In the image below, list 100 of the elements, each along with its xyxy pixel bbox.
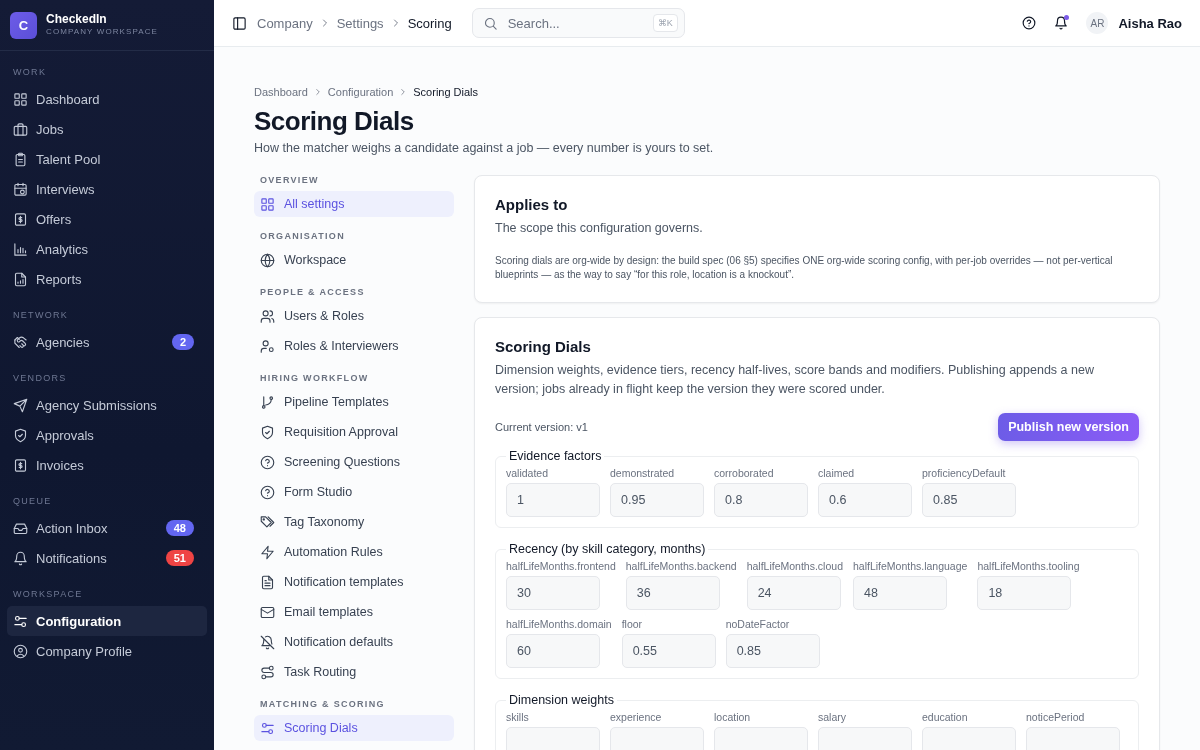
settings-nav-item[interactable]: Screening Questions: [254, 449, 454, 475]
chart-document-icon: [13, 271, 28, 287]
sidebar-item[interactable]: Analytics: [0, 234, 207, 264]
settings-nav-item[interactable]: Requisition Approval: [254, 419, 454, 445]
field-label: halfLifeMonths.tooling: [977, 560, 1080, 572]
sidebar-item[interactable]: Talent Pool: [0, 144, 207, 174]
sidebar-item[interactable]: Agencies 2: [0, 327, 207, 357]
tags-icon: [260, 514, 275, 530]
sidebar-item[interactable]: Action Inbox 48: [0, 513, 207, 543]
sidebar-item[interactable]: Dashboard: [0, 84, 207, 114]
breadcrumb-link[interactable]: Settings: [336, 15, 384, 31]
field-label: halfLifeMonths.language: [852, 560, 968, 572]
field-label: validated: [506, 467, 550, 479]
sidebar-item[interactable]: Interviews: [0, 174, 207, 204]
sidebar-item[interactable]: Jobs: [0, 114, 207, 144]
number-field[interactable]: 1: [506, 483, 600, 517]
sidebar-toggle-icon: [232, 15, 247, 31]
question-circle-icon: [260, 454, 275, 470]
question-circle-icon: [1022, 16, 1037, 30]
bell-off-icon: [260, 634, 275, 650]
dollar-document-icon: [13, 211, 28, 227]
sidebar-item[interactable]: Invoices: [0, 450, 207, 480]
section-heading: WORK: [12, 67, 48, 77]
user-circle-icon: [13, 643, 28, 659]
settings-nav-item[interactable]: Task Routing: [254, 659, 454, 685]
globe-icon: [260, 252, 275, 268]
card-title: Applies to: [495, 196, 569, 213]
field-label: corroborated: [714, 467, 775, 479]
user-avatar[interactable]: AR: [1086, 12, 1109, 34]
breadcrumb-link[interactable]: Scoring Dials: [413, 86, 479, 98]
bell-icon: [1054, 16, 1069, 30]
number-field[interactable]: 0.85: [725, 634, 820, 668]
field-label: skills: [506, 711, 530, 723]
sidebar-item[interactable]: Offers: [0, 204, 207, 234]
number-field[interactable]: 30: [506, 576, 600, 610]
group-title: Evidence factors: [508, 449, 603, 463]
mail-icon: [260, 604, 275, 620]
section-heading: WORKSPACE: [12, 589, 84, 599]
settings-nav-item[interactable]: Users & Roles: [254, 303, 454, 329]
nav-section-heading: MATCHING & SCORING: [259, 699, 386, 709]
field-label: salary: [818, 711, 847, 723]
settings-nav-item[interactable]: Automation Rules: [254, 539, 454, 565]
breadcrumb-link[interactable]: Scoring: [407, 15, 452, 31]
calendar-clock-icon: [13, 181, 28, 197]
sidebar-item[interactable]: Agency Submissions: [0, 390, 207, 420]
settings-nav-item[interactable]: Workspace: [254, 247, 454, 273]
shield-check-icon: [13, 427, 28, 443]
settings-nav-item[interactable]: Tag Taxonomy: [254, 509, 454, 535]
settings-nav-item[interactable]: Roles & Interviewers: [254, 333, 454, 359]
notifications-button[interactable]: [1054, 16, 1069, 30]
field-label: halfLifeMonths.cloud: [746, 560, 843, 572]
field-label: location: [714, 711, 752, 723]
number-field[interactable]: 18: [977, 576, 1072, 610]
settings-nav-item[interactable]: Notification defaults: [254, 629, 454, 655]
settings-nav-item[interactable]: Form Studio: [254, 479, 454, 505]
lightning-icon: [260, 544, 275, 560]
sliders-icon: [13, 613, 28, 629]
nav-section-heading: OVERVIEW: [259, 175, 320, 185]
sliders-icon: [260, 720, 275, 736]
card-subtitle: Dimension weights, evidence tiers, recency half-lives, score bands and modifiers. Publishing appends a new version; jobs already in flight keep the version they were scored under.: [495, 362, 1095, 398]
field-label: floor: [621, 618, 644, 630]
number-field[interactable]: 36: [625, 576, 720, 610]
inbox-icon: [13, 520, 28, 536]
number-field[interactable]: 0.95: [610, 483, 704, 517]
nav-section-heading: PEOPLE & ACCESS: [259, 287, 366, 297]
field-label: noDateFactor: [725, 618, 791, 630]
search-field[interactable]: Search...: [505, 14, 645, 32]
breadcrumb-link[interactable]: Configuration: [327, 86, 394, 98]
number-field[interactable]: 0.55: [621, 634, 716, 668]
settings-nav-item[interactable]: Email templates: [254, 599, 454, 625]
number-field[interactable]: 48: [852, 576, 947, 610]
breadcrumb-link[interactable]: Company: [257, 15, 313, 31]
user-settings-icon: [260, 338, 275, 354]
settings-nav-item[interactable]: Pipeline Templates: [254, 389, 454, 415]
sidebar-item[interactable]: Configuration: [7, 606, 207, 636]
settings-nav-item[interactable]: All settings: [254, 191, 454, 217]
number-field[interactable]: 0.8: [714, 483, 808, 517]
group-title: Dimension weights: [508, 693, 615, 707]
sidebar-toggle-button[interactable]: [232, 15, 247, 31]
breadcrumb-link[interactable]: Dashboard: [254, 86, 308, 98]
workspace-label: COMPANY WORKSPACE: [46, 25, 159, 38]
sidebar-item[interactable]: Approvals: [0, 420, 207, 450]
number-field[interactable]: 24: [746, 576, 841, 610]
publish-button[interactable]: Publish new version: [998, 413, 1139, 441]
settings-nav-item[interactable]: Notification templates: [254, 569, 454, 595]
number-field[interactable]: 0.85: [922, 483, 1016, 517]
help-button[interactable]: [1022, 16, 1037, 30]
version-label: Current version: v1: [495, 421, 588, 433]
settings-nav-item[interactable]: Scoring Dials: [254, 715, 454, 741]
users-icon: [260, 308, 275, 324]
field-label: noticePeriod: [1026, 711, 1086, 723]
field-label: claimed: [818, 467, 856, 479]
sidebar-item[interactable]: Reports: [0, 264, 207, 294]
number-field[interactable]: 60: [506, 634, 600, 668]
section-heading: QUEUE: [12, 496, 53, 506]
bar-chart-icon: [13, 241, 28, 257]
sidebar-item[interactable]: Notifications 51: [0, 543, 207, 573]
sidebar-item[interactable]: Company Profile: [0, 636, 207, 666]
shortcut-hint: ⌘K: [652, 14, 678, 32]
number-field[interactable]: 0.6: [818, 483, 912, 517]
